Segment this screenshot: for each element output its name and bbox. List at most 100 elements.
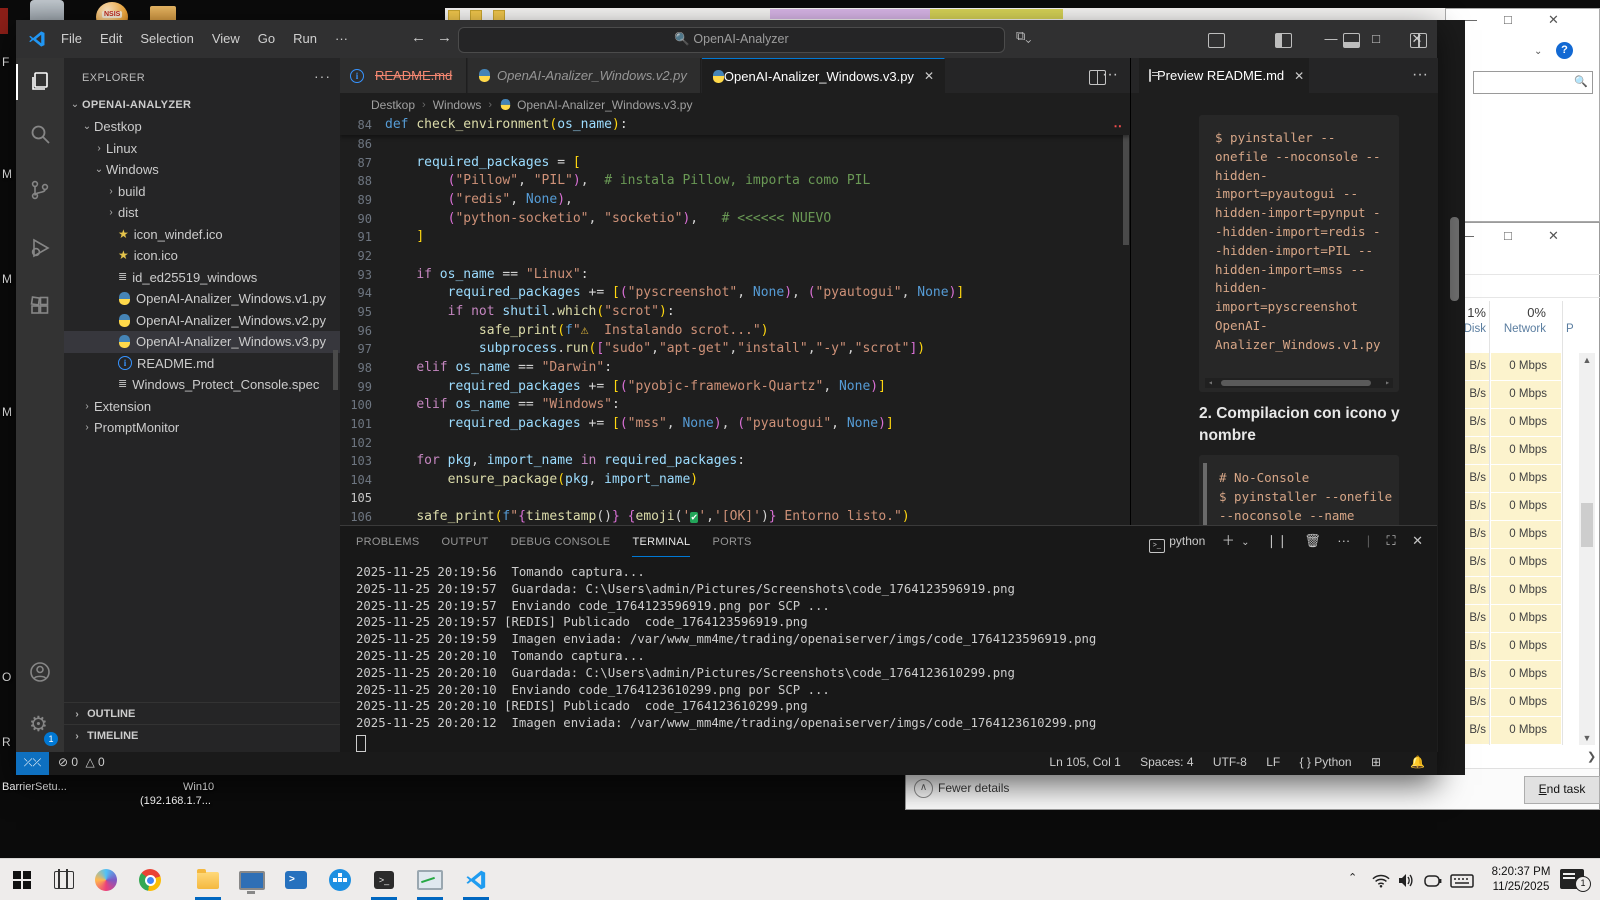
- window-close-icon[interactable]: ✕: [1397, 20, 1437, 58]
- notification-center-icon[interactable]: 1: [1560, 869, 1584, 889]
- code-line-99[interactable]: 99 required_packages += [("pyobjc-framew…: [340, 378, 1130, 397]
- taskbar-perfmon-icon[interactable]: [413, 863, 447, 897]
- remote-indicator[interactable]: ⤫⤫: [16, 752, 49, 775]
- code-line-103[interactable]: 103 for pkg, import_name in required_pac…: [340, 452, 1130, 471]
- tree-root-row[interactable]: ⌄ OPENAI-ANALYZER: [64, 94, 340, 116]
- code-line-92[interactable]: 92: [340, 247, 1130, 266]
- menu-edit[interactable]: Edit: [91, 20, 131, 58]
- touch-keyboard-icon[interactable]: [1450, 874, 1474, 888]
- timeline-section[interactable]: › TIMELINE: [64, 724, 340, 747]
- desktop-label-win10[interactable]: Win10: [183, 781, 214, 793]
- desktop-label-barrier[interactable]: BarrierSetu...: [2, 781, 67, 793]
- editor-scrollbar-thumb[interactable]: [1123, 135, 1129, 245]
- code-line-90[interactable]: 90 ("python-socketio", "socketio"), # <<…: [340, 210, 1130, 229]
- menu-view[interactable]: View: [203, 20, 249, 58]
- preview-more-actions-icon[interactable]: ···: [1412, 66, 1428, 84]
- code-line-102[interactable]: 102: [340, 434, 1130, 453]
- next-column-header[interactable]: P: [1566, 323, 1580, 335]
- panel-tab-terminal[interactable]: TERMINAL: [632, 528, 690, 557]
- maximize-panel-icon[interactable]: ⛶: [1387, 533, 1396, 548]
- menu-file[interactable]: File: [52, 20, 91, 58]
- menu-moremoremore[interactable]: ···: [326, 20, 357, 58]
- taskbar-copilot-icon[interactable]: [89, 863, 123, 897]
- code-line-104[interactable]: 104 ensure_package(pkg, import_name): [340, 471, 1130, 490]
- chevron-down-icon[interactable]: ⌄: [1534, 45, 1542, 59]
- source-control-activity-icon[interactable]: [16, 166, 64, 214]
- editor-more-actions-icon[interactable]: ···: [1102, 66, 1118, 84]
- extensions-activity-icon[interactable]: [16, 282, 64, 330]
- maximize-icon[interactable]: □: [1504, 13, 1512, 27]
- scrollbar-thumb[interactable]: [1581, 503, 1593, 547]
- notifications-bell-icon[interactable]: 🔔: [1410, 755, 1425, 769]
- tab-readme[interactable]: i README.md: [340, 58, 467, 93]
- scrollbar-thumb[interactable]: [1221, 380, 1371, 386]
- panel-tab-output[interactable]: OUTPUT: [442, 528, 489, 556]
- explorer-activity-icon[interactable]: [16, 58, 64, 106]
- code-line-95[interactable]: 95 if not shutil.which("scrot"):: [340, 303, 1130, 322]
- kill-terminal-icon[interactable]: 🗑: [1304, 533, 1321, 548]
- outline-section[interactable]: › OUTLINE: [64, 702, 340, 725]
- run-debug-activity-icon[interactable]: [16, 224, 64, 272]
- close-icon[interactable]: ✕: [1548, 13, 1559, 27]
- task-manager-scrollbar[interactable]: ▲ ▼: [1579, 353, 1595, 745]
- split-terminal-icon[interactable]: ❘❘: [1266, 533, 1288, 548]
- tree-item-readme-md[interactable]: iREADME.md: [64, 353, 340, 375]
- window-minimize-icon[interactable]: —: [1311, 20, 1351, 58]
- tree-item-linux[interactable]: ›Linux: [64, 138, 340, 160]
- fewer-details-icon[interactable]: ∧: [914, 779, 933, 798]
- accounts-icon[interactable]: [16, 648, 64, 696]
- taskbar-docker-icon[interactable]: [323, 863, 357, 897]
- close-tab-icon[interactable]: ✕: [1294, 69, 1304, 83]
- ports-grid-icon[interactable]: ⊞: [1371, 755, 1381, 769]
- scrollbar-thumb[interactable]: [1450, 217, 1459, 301]
- code-line-94[interactable]: 94 required_packages += [("pyscreenshot"…: [340, 284, 1130, 303]
- breadcrumb-item[interactable]: Windows: [433, 98, 482, 112]
- taskbar-vscode-icon[interactable]: [459, 863, 493, 897]
- taskbar-chrome-icon[interactable]: [133, 863, 167, 897]
- code-line-97[interactable]: 97 subprocess.run(["sudo","apt-get","ins…: [340, 340, 1130, 359]
- network-column-header[interactable]: Network: [1491, 323, 1546, 335]
- tree-item-dist[interactable]: ›dist: [64, 202, 340, 224]
- code-line-91[interactable]: 91 ]: [340, 228, 1130, 247]
- toggle-sidebar-icon[interactable]: [1275, 33, 1292, 48]
- tray-chevron-up-icon[interactable]: ⌃: [1348, 871, 1357, 884]
- code-line-100[interactable]: 100 elif os_name == "Windows":: [340, 396, 1130, 415]
- language-mode[interactable]: { } Python: [1300, 755, 1352, 769]
- code-line-105[interactable]: 105: [340, 489, 1130, 508]
- taskbar-rdp-icon[interactable]: [235, 863, 269, 897]
- customize-layout-icon[interactable]: [1208, 33, 1225, 48]
- code-line-89[interactable]: 89 ("redis", None),: [340, 191, 1130, 210]
- horizontal-scrollbar[interactable]: ◂ ▸: [1205, 378, 1393, 388]
- window-maximize-icon[interactable]: □: [1356, 20, 1396, 58]
- code-line-96[interactable]: 96 safe_print(f"⚠ Instalando scrot..."): [340, 322, 1130, 341]
- shell-label[interactable]: python: [1169, 534, 1205, 548]
- settings-gear-icon[interactable]: ⚙ 1: [16, 704, 64, 752]
- taskbar-cmd-icon[interactable]: >_: [367, 863, 401, 897]
- close-panel-icon[interactable]: ✕: [1412, 533, 1423, 548]
- tree-item-extension[interactable]: ›Extension: [64, 396, 340, 418]
- indentation[interactable]: Spaces: 4: [1140, 755, 1193, 769]
- code-line-98[interactable]: 98 elif os_name == "Darwin":: [340, 359, 1130, 378]
- search-activity-icon[interactable]: [16, 110, 64, 158]
- code-line-93[interactable]: 93 if os_name == "Linux":: [340, 266, 1130, 285]
- wifi-icon[interactable]: [1372, 874, 1390, 888]
- tree-item-openai-analizer-windows-v2-py[interactable]: OpenAI-Analizer_Windows.v2.py: [64, 310, 340, 332]
- taskbar-taskview-icon[interactable]: [47, 863, 81, 897]
- code-line-106[interactable]: 106 safe_print(f"{timestamp()} {emoji('✔…: [340, 508, 1130, 525]
- panel-tab-debug-console[interactable]: DEBUG CONSOLE: [511, 528, 611, 556]
- close-icon[interactable]: ✕: [1548, 229, 1559, 243]
- code-editor[interactable]: 84 def check_environment(os_name): ‥ 868…: [340, 116, 1130, 525]
- terminal-output[interactable]: 2025-11-25 20:19:56 Tomando captura...20…: [356, 564, 1096, 732]
- tree-item-openai-analizer-windows-v1-py[interactable]: OpenAI-Analizer_Windows.v1.py: [64, 288, 340, 310]
- tab-preview-readme[interactable]: Preview README.md ✕: [1139, 58, 1309, 93]
- command-center-search[interactable]: 🔍 OpenAI-Analyzer: [458, 27, 1005, 53]
- breadcrumb[interactable]: Destkop › Windows › OpenAI-Analizer_Wind…: [340, 93, 1130, 116]
- scroll-down-icon[interactable]: ▼: [1579, 733, 1595, 743]
- panel-more-actions-icon[interactable]: ···: [1337, 533, 1350, 548]
- cursor-position[interactable]: Ln 105, Col 1: [1049, 755, 1120, 769]
- code-line-101[interactable]: 101 required_packages += [("mss", None),…: [340, 415, 1130, 434]
- tree-item-windows-protect-console-spec[interactable]: ≣Windows_Protect_Console.spec: [64, 374, 340, 396]
- scroll-up-icon[interactable]: ▲: [1579, 355, 1595, 365]
- code-line-86[interactable]: 86: [340, 135, 1130, 154]
- problems-status[interactable]: ⊘ 0 △ 0: [58, 755, 105, 769]
